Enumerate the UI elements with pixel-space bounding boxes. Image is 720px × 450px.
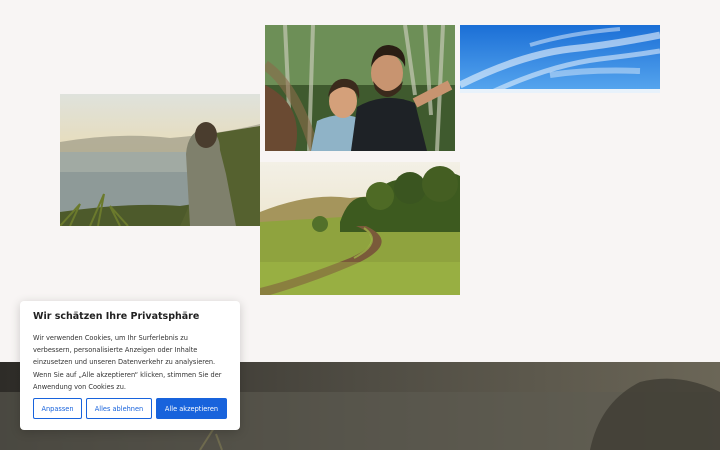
cookie-banner-text: Wir verwenden Cookies, um Ihr Surferlebn… xyxy=(33,334,222,391)
cookie-banner-title: Wir schätzen Ihre Privatsphäre xyxy=(33,311,200,322)
gallery-photo-path[interactable] xyxy=(260,162,460,295)
gallery-photo-sky[interactable] xyxy=(460,25,660,93)
cookie-consent-banner: Wir schätzen Ihre Privatsphäre Wir verwe… xyxy=(20,301,240,430)
cookie-banner-buttons: Anpassen Alles ablehnen Alle akzeptieren xyxy=(33,398,227,419)
reject-all-button[interactable]: Alles ablehnen xyxy=(86,398,152,419)
accept-all-button[interactable]: Alle akzeptieren xyxy=(156,398,227,419)
customize-button[interactable]: Anpassen xyxy=(33,398,82,419)
gallery-photo-couple-selfie[interactable] xyxy=(265,25,455,151)
gallery-photo-woman-sea[interactable] xyxy=(60,94,260,226)
